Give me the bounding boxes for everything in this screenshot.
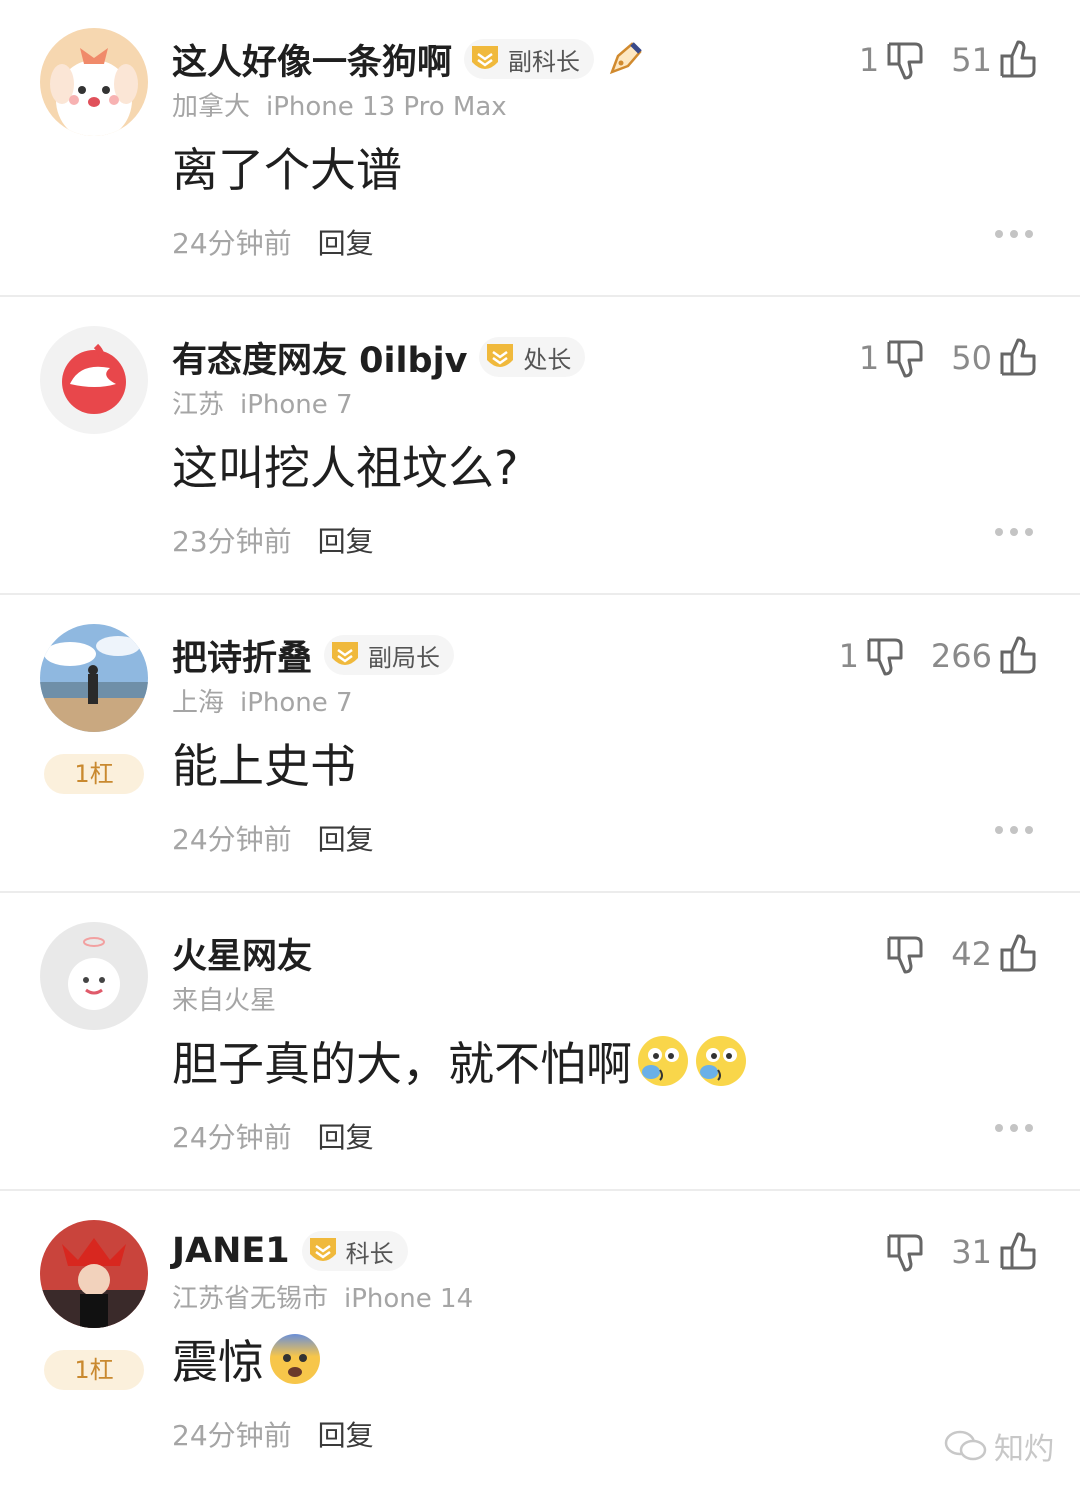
like-count: 50 [951, 339, 992, 377]
reply-button[interactable]: 回复 [318, 1121, 374, 1154]
reply-button[interactable]: 回复 [318, 823, 374, 856]
like-button[interactable]: 31 [951, 1230, 1040, 1274]
more-icon[interactable] [994, 526, 1034, 538]
username[interactable]: JANE1 [172, 1231, 290, 1271]
shield-icon [472, 46, 499, 69]
more-icon[interactable] [994, 824, 1034, 836]
username[interactable]: 这人好像一条狗啊 [172, 34, 452, 85]
like-button[interactable]: 266 [931, 634, 1040, 678]
meta-info: 加拿大 iPhone 13 Pro Max [172, 86, 507, 123]
like-count: 51 [951, 41, 992, 79]
device: iPhone 7 [240, 688, 353, 718]
dislike-button[interactable]: 1 [859, 336, 927, 380]
comment-item: 火星网友 来自火星 胆子真的大，就不怕啊 24分钟前 回复 42 [0, 894, 1080, 1191]
thumbs-up-icon [1000, 1232, 1036, 1270]
comment-item: 有态度网友 0ilbjv 处长 江苏 iPhone 7 这叫挖人祖坟么? 23分钟… [0, 298, 1080, 595]
location: 上海 [172, 688, 225, 718]
timestamp: 24分钟前 [172, 1121, 292, 1154]
comment-footer: 24分钟前 回复 [172, 1414, 374, 1454]
device: iPhone 14 [344, 1284, 474, 1314]
dislike-count: 1 [858, 339, 880, 377]
comment-item: 这人好像一条狗啊 副科长 加拿大 iPhone 13 Pro Max 离了个大谱 … [0, 0, 1080, 297]
username[interactable]: 把诗折叠 [172, 630, 312, 681]
like-button[interactable]: 50 [951, 336, 1040, 380]
dizzy-crying-emoji-icon [638, 1036, 688, 1086]
meta-info: 江苏 iPhone 7 [172, 384, 353, 421]
thumbs-down-icon [887, 936, 923, 974]
level-tag: 1杠 [44, 1350, 144, 1390]
avatar[interactable] [40, 326, 148, 434]
watermark: 知灼 [944, 1424, 1054, 1468]
dislike-button[interactable] [879, 1230, 927, 1274]
more-icon[interactable] [994, 1122, 1034, 1134]
location: 江苏 [172, 390, 225, 420]
shield-icon [309, 1238, 336, 1261]
reply-button[interactable]: 回复 [318, 227, 374, 260]
like-count: 31 [951, 1233, 992, 1271]
fearful-face-emoji-icon [270, 1334, 320, 1384]
like-count: 266 [930, 637, 992, 675]
rank-badge[interactable]: 处长 [479, 337, 586, 377]
location: 加拿大 [172, 92, 251, 122]
dislike-count: 1 [858, 41, 880, 79]
timestamp: 24分钟前 [172, 823, 292, 856]
comment-item: 1杠 JANE1 科长 江苏省无锡市 iPhone 14 震惊 24分钟前 回复 3… [0, 1192, 1080, 1489]
avatar[interactable] [40, 922, 148, 1030]
like-button[interactable]: 42 [951, 932, 1040, 976]
reply-button[interactable]: 回复 [318, 1419, 374, 1452]
thumbs-down-icon [867, 638, 903, 676]
comment-text: 能上史书 [172, 739, 356, 793]
comment-footer: 24分钟前 回复 [172, 1116, 374, 1156]
comment-item: 1杠 把诗折叠 副局长 上海 iPhone 7 能上史书 24分钟前 回复 1 26… [0, 596, 1080, 893]
username[interactable]: 有态度网友 0ilbjv [172, 332, 467, 383]
timestamp: 24分钟前 [172, 1419, 292, 1452]
comment-text: 这叫挖人祖坟么? [172, 441, 519, 495]
device: iPhone 7 [240, 390, 353, 420]
comment-footer: 23分钟前 回复 [172, 520, 374, 560]
avatar[interactable] [40, 1220, 148, 1328]
timestamp: 24分钟前 [172, 227, 292, 260]
meta-info: 来自火星 [172, 980, 276, 1017]
rank-badge[interactable]: 副科长 [464, 39, 595, 79]
wechat-icon [944, 1430, 987, 1461]
thumbs-down-icon [887, 42, 923, 80]
pen-icon [609, 42, 642, 75]
dislike-button[interactable]: 1 [859, 38, 927, 82]
reply-button[interactable]: 回复 [318, 525, 374, 558]
thumbs-down-icon [887, 340, 923, 378]
comment-footer: 24分钟前 回复 [172, 222, 374, 262]
like-button[interactable]: 51 [951, 38, 1040, 82]
comment-text: 胆子真的大，就不怕啊 [172, 1028, 748, 1094]
comment-text: 震惊 [172, 1326, 322, 1392]
rank-badge[interactable]: 科长 [301, 1231, 408, 1271]
avatar[interactable] [40, 28, 148, 136]
thumbs-up-icon [1000, 636, 1036, 674]
thumbs-up-icon [1000, 338, 1036, 376]
dislike-button[interactable] [879, 932, 927, 976]
rank-badge[interactable]: 副局长 [324, 635, 455, 675]
dislike-button[interactable]: 1 [839, 634, 907, 678]
username[interactable]: 火星网友 [172, 928, 312, 979]
timestamp: 23分钟前 [172, 525, 292, 558]
location: 来自火星 [172, 986, 277, 1016]
shield-icon [332, 642, 359, 665]
avatar[interactable] [40, 624, 148, 732]
meta-info: 上海 iPhone 7 [172, 682, 353, 719]
thumbs-down-icon [887, 1234, 923, 1272]
dizzy-crying-emoji-icon [696, 1036, 746, 1086]
more-icon[interactable] [994, 228, 1034, 240]
thumbs-up-icon [1000, 40, 1036, 78]
meta-info: 江苏省无锡市 iPhone 14 [172, 1278, 473, 1315]
like-count: 42 [951, 935, 992, 973]
thumbs-up-icon [1000, 934, 1036, 972]
level-tag: 1杠 [44, 754, 144, 794]
shield-icon [487, 344, 514, 367]
comment-text: 离了个大谱 [172, 143, 402, 197]
location: 江苏省无锡市 [172, 1284, 329, 1314]
dislike-count: 1 [838, 637, 859, 675]
comment-footer: 24分钟前 回复 [172, 818, 374, 858]
device: iPhone 13 Pro Max [266, 92, 507, 122]
